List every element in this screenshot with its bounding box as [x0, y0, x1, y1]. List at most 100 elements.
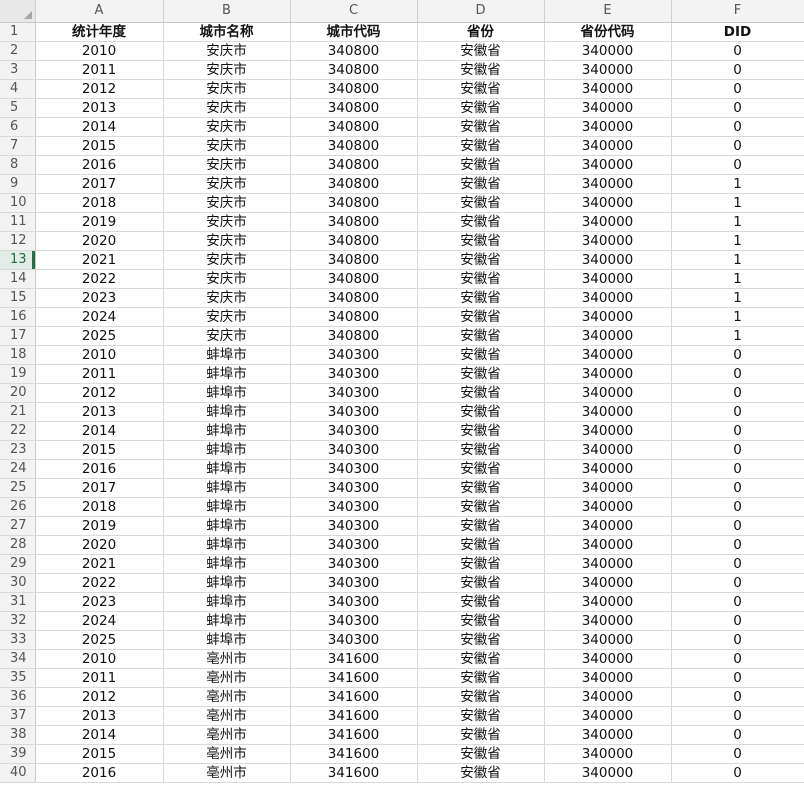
cell-province[interactable]: 安徽省 [417, 402, 545, 422]
cell-year[interactable]: 2013 [35, 706, 164, 726]
cell-did[interactable]: 1 [671, 231, 804, 251]
column-header-a[interactable]: A [35, 0, 164, 23]
cell-province[interactable]: 安徽省 [417, 421, 545, 441]
cell-year[interactable]: 2023 [35, 288, 164, 308]
cell-province-code[interactable]: 340000 [544, 516, 672, 536]
cell-province-code[interactable]: 340000 [544, 535, 672, 555]
cell-city-code[interactable]: 340800 [290, 326, 418, 346]
cell-city-name[interactable]: 蚌埠市 [163, 592, 291, 612]
row-header[interactable]: 8 [0, 155, 36, 175]
cell-did[interactable]: 1 [671, 174, 804, 194]
cell-province-code[interactable]: 340000 [544, 155, 672, 175]
cell-province[interactable]: 安徽省 [417, 706, 545, 726]
row-header[interactable]: 23 [0, 440, 36, 460]
cell-city-code[interactable]: 340300 [290, 345, 418, 365]
cell-city-code[interactable]: 340300 [290, 421, 418, 441]
cell-province[interactable]: 安徽省 [417, 326, 545, 346]
cell-province[interactable]: 安徽省 [417, 687, 545, 707]
cell-province-code[interactable]: 340000 [544, 725, 672, 745]
cell-year[interactable]: 2022 [35, 269, 164, 289]
row-header[interactable]: 11 [0, 212, 36, 232]
cell-year[interactable]: 2017 [35, 174, 164, 194]
cell-city-name[interactable]: 安庆市 [163, 41, 291, 61]
cell-city-code[interactable]: 340800 [290, 174, 418, 194]
cell-city-name[interactable]: 安庆市 [163, 288, 291, 308]
cell-city-code[interactable]: 340300 [290, 440, 418, 460]
row-header[interactable]: 12 [0, 231, 36, 251]
cell-city-name[interactable]: 亳州市 [163, 687, 291, 707]
cell-province[interactable]: 安徽省 [417, 383, 545, 403]
cell-province-code[interactable]: 340000 [544, 364, 672, 384]
cell-did[interactable]: 0 [671, 497, 804, 517]
row-header[interactable]: 7 [0, 136, 36, 156]
cell-year[interactable]: 2019 [35, 516, 164, 536]
cell-city-code[interactable]: 340800 [290, 307, 418, 327]
cell-province[interactable]: 安徽省 [417, 554, 545, 574]
cell-city-code[interactable]: 340800 [290, 60, 418, 80]
row-header[interactable]: 1 [0, 22, 36, 42]
cell-province-code[interactable]: 340000 [544, 212, 672, 232]
cell-did[interactable]: 0 [671, 611, 804, 631]
row-header[interactable]: 38 [0, 725, 36, 745]
cell-province-code[interactable]: 340000 [544, 630, 672, 650]
cell-province[interactable]: 安徽省 [417, 364, 545, 384]
cell-province[interactable]: 安徽省 [417, 497, 545, 517]
cell-year[interactable]: 2023 [35, 592, 164, 612]
cell-year[interactable]: 2015 [35, 744, 164, 764]
cell-province-code[interactable]: 340000 [544, 744, 672, 764]
cell-city-name[interactable]: 安庆市 [163, 98, 291, 118]
cell-did[interactable]: 0 [671, 117, 804, 137]
cell-city-name[interactable]: 蚌埠市 [163, 478, 291, 498]
cell-year[interactable]: 2012 [35, 687, 164, 707]
cell-city-name[interactable]: 蚌埠市 [163, 611, 291, 631]
cell-province-code[interactable]: 340000 [544, 706, 672, 726]
cell-year[interactable]: 2025 [35, 326, 164, 346]
row-header[interactable]: 17 [0, 326, 36, 346]
cell-year[interactable]: 2021 [35, 250, 164, 270]
cell-city-name[interactable]: 安庆市 [163, 117, 291, 137]
cell-province-code[interactable]: 340000 [544, 687, 672, 707]
cell-province[interactable]: 安徽省 [417, 307, 545, 327]
cell-city-code[interactable]: 340300 [290, 402, 418, 422]
cell-city-name[interactable]: 蚌埠市 [163, 459, 291, 479]
row-header[interactable]: 5 [0, 98, 36, 118]
cell-city-code[interactable]: 341600 [290, 706, 418, 726]
cell-city-code[interactable]: 340300 [290, 516, 418, 536]
cell-city-name[interactable]: 蚌埠市 [163, 630, 291, 650]
row-header[interactable]: 14 [0, 269, 36, 289]
column-header-d[interactable]: D [417, 0, 545, 23]
cell-year[interactable]: 2019 [35, 212, 164, 232]
row-header[interactable]: 24 [0, 459, 36, 479]
row-header[interactable]: 26 [0, 497, 36, 517]
cell-city-name[interactable]: 亳州市 [163, 706, 291, 726]
cell-year[interactable]: 2012 [35, 383, 164, 403]
cell-city-code[interactable]: 340800 [290, 98, 418, 118]
cell-did[interactable]: 1 [671, 193, 804, 213]
cell-city-name[interactable]: 安庆市 [163, 60, 291, 80]
cell-city-code[interactable]: 340300 [290, 478, 418, 498]
row-header[interactable]: 13 [0, 250, 36, 270]
cell-city-name[interactable]: 蚌埠市 [163, 573, 291, 593]
row-header[interactable]: 10 [0, 193, 36, 213]
cell-did[interactable]: 0 [671, 421, 804, 441]
row-header[interactable]: 19 [0, 364, 36, 384]
cell-did[interactable]: 0 [671, 725, 804, 745]
cell-city-code[interactable]: 341600 [290, 763, 418, 783]
cell-city-name[interactable]: 安庆市 [163, 269, 291, 289]
cell-did[interactable]: 0 [671, 573, 804, 593]
row-header[interactable]: 30 [0, 573, 36, 593]
cell-city-code[interactable]: 340300 [290, 497, 418, 517]
row-header[interactable]: 39 [0, 744, 36, 764]
cell-province[interactable]: 安徽省 [417, 60, 545, 80]
cell-year[interactable]: 2020 [35, 231, 164, 251]
row-header[interactable]: 20 [0, 383, 36, 403]
cell-province-code[interactable]: 340000 [544, 326, 672, 346]
cell-city-code[interactable]: 340800 [290, 117, 418, 137]
row-header[interactable]: 32 [0, 611, 36, 631]
cell-city-code[interactable]: 340300 [290, 459, 418, 479]
cell-did[interactable]: 1 [671, 250, 804, 270]
cell-year[interactable]: 2015 [35, 136, 164, 156]
select-all-corner[interactable] [0, 0, 36, 23]
cell-city-name[interactable]: 安庆市 [163, 250, 291, 270]
spreadsheet-grid[interactable]: A B C D E F 1 统计年度 城市名称 城市代码 省份 省份代码 DID… [0, 0, 804, 787]
